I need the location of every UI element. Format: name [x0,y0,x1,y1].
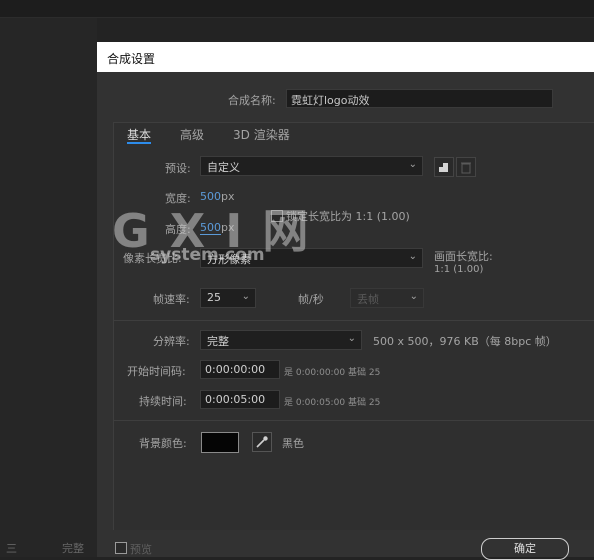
section-divider [113,320,594,321]
chevron-down-icon: ⌄ [347,333,356,344]
section-divider [113,420,594,421]
new-preset-icon-glyph [439,163,448,172]
preview-checkbox[interactable] [115,542,127,554]
chevron-down-icon: ⌄ [409,291,418,302]
active-tab-indicator [127,142,151,144]
start-timecode-input[interactable]: 0:00:00:00 [200,360,280,379]
app-top-bar [0,0,594,18]
drop-frame-value: 丢帧 [357,293,379,306]
resolution-value: 完整 [207,335,229,348]
frame-aspect-value: 1:1 (1.00) [434,264,484,275]
resolution-info: 500 x 500，976 KB（每 8bpc 帧） [373,335,557,348]
start-timecode-label: 开始时间码: [127,365,186,378]
frame-rate-dropdown[interactable]: 25 ⌄ [200,288,256,308]
bg-color-name: 黑色 [282,437,304,450]
frame-rate-unit: 帧/秒 [298,293,324,306]
eyedropper-glyph [256,436,268,448]
preset-label: 预设: [165,162,191,175]
delete-preset-icon[interactable] [456,157,476,177]
duration-note: 是 0:00:05:00 [284,398,346,408]
start-timecode-value: 0:00:00:00 [205,363,266,376]
start-timecode-note: 是 0:00:00:00 [284,368,346,378]
project-panel [0,18,97,557]
dialog-title-bar: 合成设置 [97,42,594,72]
project-panel-footer: 三 完整 [0,536,97,557]
trash-icon [461,162,471,174]
composition-settings-dialog: 合成设置 合成名称: 霓虹灯logo动效 基本 高级 3D 渲染器 预设: 自定… [97,42,594,560]
duration-label: 持续时间: [139,395,187,408]
watermark-url: system.com [150,245,265,265]
chevron-down-icon: ⌄ [408,251,417,262]
eyedropper-icon[interactable] [252,432,272,452]
resolution-label[interactable]: 完整 [62,540,84,556]
duration-value: 0:00:05:00 [205,393,266,406]
frame-aspect-label: 画面长宽比: [434,250,493,263]
tab-basic[interactable]: 基本 [127,126,151,143]
comp-name-value: 霓虹灯logo动效 [291,94,370,107]
resolution-dropdown[interactable]: 完整 ⌄ [200,330,362,350]
bg-color-label: 背景颜色: [139,437,187,450]
dialog-title: 合成设置 [107,52,156,66]
chevron-down-icon: ⌄ [408,159,417,170]
tab-3d-renderer[interactable]: 3D 渲染器 [233,126,290,143]
panel-menu-icon[interactable]: 三 [6,540,17,556]
new-preset-icon[interactable] [434,157,454,177]
frame-rate-value: 25 [207,291,221,304]
frame-rate-label: 帧速率: [153,293,190,306]
tab-advanced[interactable]: 高级 [180,126,204,143]
chevron-down-icon: ⌄ [241,291,250,302]
preset-dropdown[interactable]: 自定义 ⌄ [200,156,423,176]
start-timecode-base: 基础 25 [348,368,381,378]
duration-input[interactable]: 0:00:05:00 [200,390,280,409]
drop-frame-dropdown[interactable]: 丢帧 ⌄ [350,288,424,308]
duration-base: 基础 25 [348,398,381,408]
settings-panel [113,122,594,532]
bg-color-swatch[interactable] [201,432,239,453]
resolution-label: 分辨率: [153,335,190,348]
comp-name-input[interactable]: 霓虹灯logo动效 [286,89,553,108]
preview-label: 预览 [130,543,152,556]
comp-name-label: 合成名称: [228,94,276,107]
dialog-footer: 预览 确定 [97,530,594,560]
preset-value: 自定义 [207,161,240,174]
